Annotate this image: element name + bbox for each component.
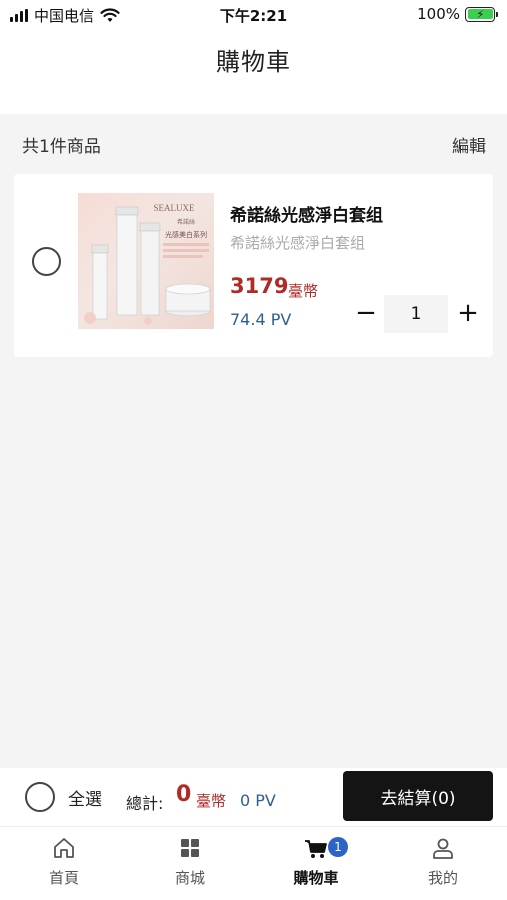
quantity-increase-button[interactable]: + (454, 298, 482, 328)
status-bar: 中国电信 下午2:21 100% ⚡ (0, 0, 507, 30)
tab-mall[interactable]: 商城 (140, 835, 240, 895)
total-amount: 0 (176, 782, 192, 807)
cart-icon (305, 840, 327, 858)
quantity-decrease-button[interactable]: − (352, 298, 380, 328)
tab-home[interactable]: 首頁 (14, 835, 114, 895)
select-all-label[interactable]: 全選 (68, 785, 102, 810)
user-icon (433, 838, 453, 859)
grid-icon (181, 839, 199, 857)
product-image-art: SEALUXE 希諾絲 光感美白系列 (84, 203, 211, 325)
checkout-bar: 全選 總計: 0 臺幣 0 PV 去結算(0) (0, 768, 507, 826)
tab-profile[interactable]: 我的 (393, 835, 493, 895)
edit-button[interactable]: 編輯 (452, 132, 486, 157)
battery-icon: ⚡ (465, 6, 498, 22)
item-count-label: 共1件商品 (22, 137, 101, 157)
product-currency: 臺幣 (288, 282, 319, 300)
tab-mall-label: 商城 (174, 869, 205, 887)
tab-cart-label: 購物車 (293, 869, 339, 887)
product-image-brand: SEALUXE (154, 203, 195, 213)
product-subtitle: 希諾絲光感淨白套组 (230, 234, 366, 252)
battery-percent: 100% (417, 5, 460, 23)
app-root: 中国电信 下午2:21 100% ⚡ 購物車 共1件商品 編輯 SEALUXE (0, 0, 507, 900)
product-image-series: 光感美白系列 (165, 230, 207, 239)
total-label: 總計: (126, 794, 164, 813)
cart-badge: 1 (328, 837, 348, 857)
tab-home-label: 首頁 (48, 869, 79, 887)
page-header: 購物車 (0, 30, 507, 114)
select-all-checkbox[interactable] (25, 782, 55, 812)
status-right: 100% ⚡ (417, 5, 498, 23)
product-name[interactable]: 希諾絲光感淨白套组 (230, 201, 383, 226)
quantity-value[interactable]: 1 (384, 295, 448, 333)
product-pv: 74.4 PV (230, 310, 292, 329)
total-currency: 臺幣 (196, 792, 227, 810)
tab-profile-label: 我的 (427, 869, 458, 887)
tab-cart[interactable]: 1 購物車 (266, 835, 366, 895)
product-price: 3179 (230, 274, 289, 298)
product-image[interactable]: SEALUXE 希諾絲 光感美白系列 (78, 193, 214, 329)
cart-item: SEALUXE 希諾絲 光感美白系列 希諾絲光感淨白套组 希諾絲光感淨白套组 3… (14, 174, 493, 357)
total-pv: 0 PV (240, 791, 276, 810)
checkout-button[interactable]: 去結算(0) (343, 771, 493, 821)
product-image-brand-cn: 希諾絲 (177, 218, 195, 226)
tab-bar: 首頁 商城 1 購物車 我的 (0, 826, 507, 900)
item-select-checkbox[interactable] (32, 247, 61, 276)
home-icon (54, 838, 74, 858)
cart-summary-row: 共1件商品 編輯 (0, 128, 507, 160)
page-title: 購物車 (216, 48, 291, 76)
